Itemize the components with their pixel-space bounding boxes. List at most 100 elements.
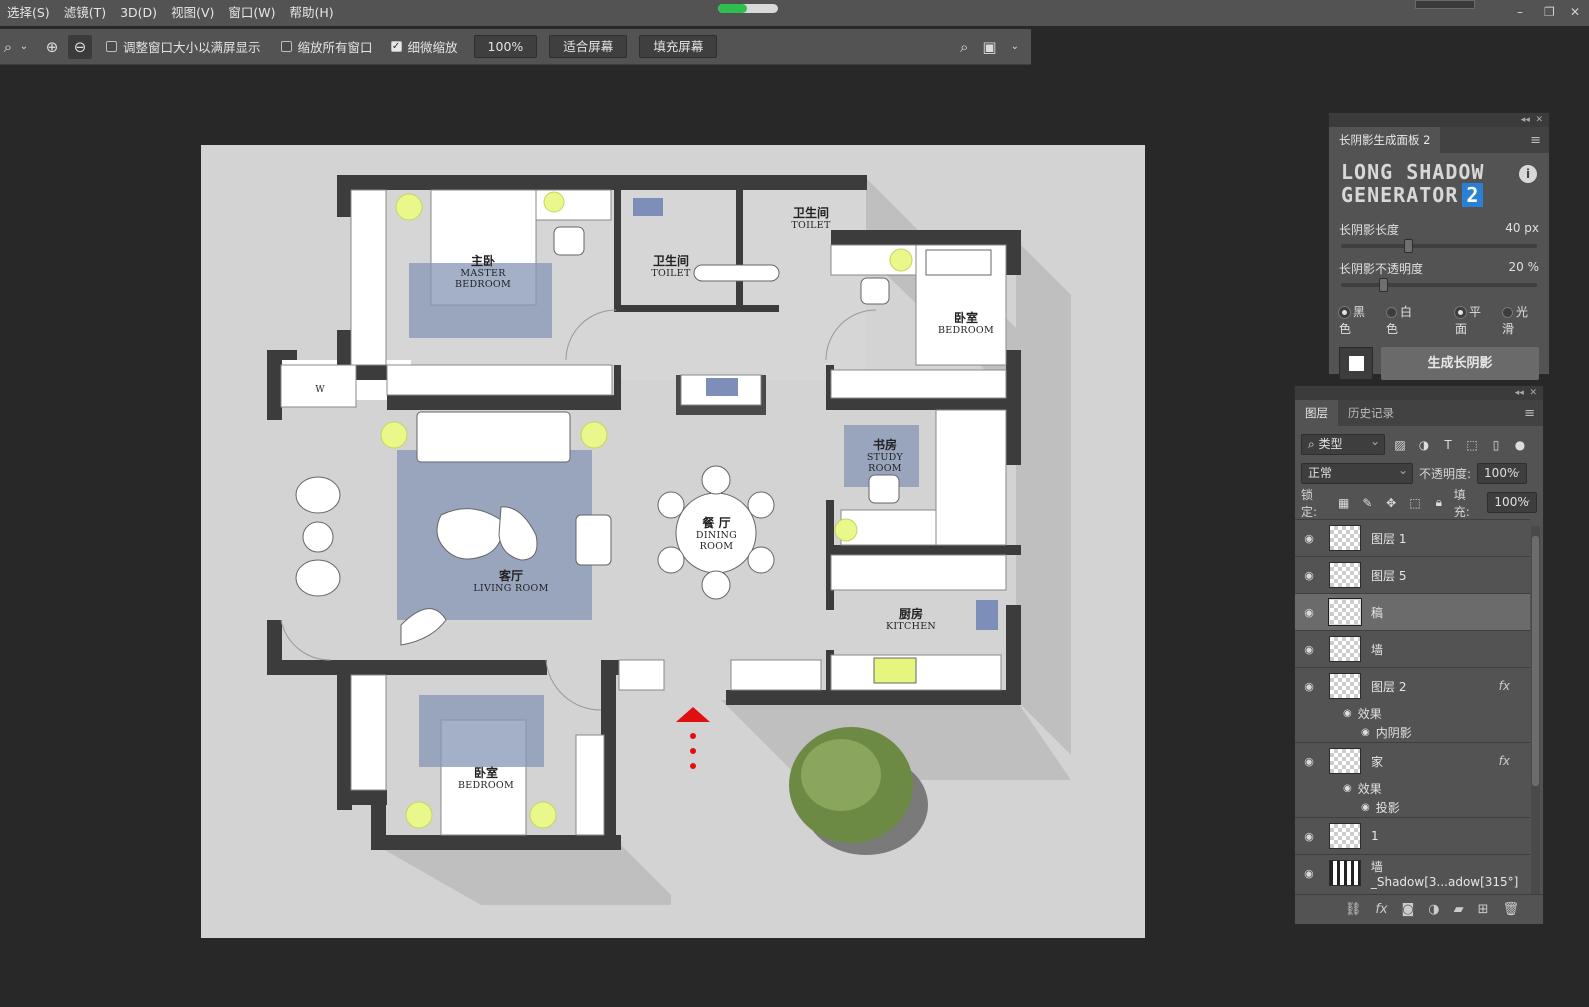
resize-windows-checkbox[interactable]: 调整窗口大小以满屏显示 [106,37,261,56]
panel-collapse-bar[interactable]: ◂◂ ✕ [1295,386,1543,400]
link-layers-icon[interactable]: ⛓ [1345,902,1362,917]
filter-smart-icon[interactable]: ▯ [1487,438,1505,452]
checkbox-box[interactable] [280,41,292,52]
visibility-eye-icon[interactable]: ◉ [1295,830,1323,843]
blend-row: 正常 不透明度: 100% [1295,459,1543,488]
fit-screen-button[interactable]: 适合屏幕 [549,35,628,58]
lock-artboard-icon[interactable]: ⬚ [1406,496,1424,510]
panel-menu-icon[interactable]: ≡ [1524,406,1535,421]
layer-row[interactable]: ◉ 图层 2 fx [1295,667,1530,704]
filter-adjust-icon[interactable]: ◑ [1415,438,1433,452]
visibility-eye-icon[interactable]: ◉ [1295,867,1323,880]
radio-black[interactable]: 黑色 [1339,303,1376,337]
shadow-options: 黑色 白色 平面 光滑 [1329,303,1549,337]
filter-toggle-icon[interactable]: ● [1511,438,1529,452]
filter-type-icon[interactable]: T [1439,438,1457,452]
layer-row[interactable]: ◉ 家 fx [1295,742,1530,779]
visibility-eye-icon[interactable]: ◉ [1295,606,1323,619]
new-layer-icon[interactable]: ⊞ [1478,902,1489,917]
visibility-eye-icon[interactable]: ◉ [1295,569,1323,582]
shadow-color-swatch[interactable] [1339,347,1373,380]
layer-row[interactable]: ◉ 墙_Shadow[3...adow[315°] [1295,854,1530,891]
zoom-percent-button[interactable]: 100% [473,35,538,58]
opacity-slider[interactable] [1341,278,1537,292]
zoom-all-checkbox[interactable]: 缩放所有窗口 [280,37,373,56]
lock-transparent-icon[interactable]: ▦ [1335,496,1353,510]
visibility-eye-icon[interactable]: ◉ [1295,643,1323,656]
radio-smooth[interactable]: 光滑 [1502,303,1539,337]
checkbox-box[interactable] [106,41,117,52]
add-style-icon[interactable]: fx [1375,902,1387,917]
opacity-slider-thumb[interactable] [1379,278,1388,292]
visibility-eye-icon[interactable]: ◉ [1343,708,1352,719]
layer-row[interactable]: ◉ 图层 5 [1295,556,1530,593]
fx-icon[interactable]: fx [1499,679,1510,693]
zoom-tool-icon[interactable]: ⌕ [0,35,16,59]
filter-kind-select[interactable]: ⌕ 类型 [1301,432,1385,455]
adjustment-layer-icon[interactable]: ◑ [1428,902,1439,917]
layer-row[interactable]: ◉ 1 [1295,817,1530,854]
opacity-label: 不透明度: [1419,467,1472,481]
zoom-out-icon[interactable]: ⊖ [68,34,92,59]
length-slider-thumb[interactable] [1404,239,1413,253]
menu-help[interactable]: 帮助(H) [283,0,341,26]
chevron-down-icon[interactable]: ⌄ [1011,41,1019,52]
menu-view[interactable]: 视图(V) [164,0,221,26]
blend-mode-select[interactable]: 正常 [1301,461,1413,484]
layer-name: 图层 2 [1371,679,1407,694]
generate-long-shadow-button[interactable]: 生成长阴影 [1381,347,1539,380]
length-slider[interactable] [1341,239,1537,253]
layer-row-selected[interactable]: ◉ 稿 [1295,593,1530,630]
zoom-in-icon[interactable]: ⊕ [40,35,64,59]
search-icon[interactable]: ⌕ [960,38,968,56]
panel-menu-icon[interactable]: ≡ [1530,133,1541,148]
visibility-eye-icon[interactable]: ◉ [1295,680,1323,693]
checkbox-box-checked[interactable]: ✓ [390,41,402,52]
restore-icon[interactable]: ❐ [1544,5,1555,19]
radio-white[interactable]: 白色 [1386,303,1423,337]
scrubby-zoom-checkbox[interactable]: ✓ 细微缩放 [390,37,458,56]
menu-select[interactable]: 选择(S) [0,0,57,26]
layer-row[interactable]: ◉ 图层 1 [1295,519,1530,556]
document-canvas[interactable]: 主卧 MASTER BEDROOM 卫生间 TOILET 卫生间 TOILET 卧室 B… [201,145,1145,938]
opacity-input[interactable]: 100% [1477,461,1528,484]
panel-tabs: 长阴影生成面板 2 ≡ [1329,127,1549,153]
fill-input[interactable]: 100% [1487,490,1538,513]
visibility-eye-icon[interactable]: ◉ [1343,783,1352,794]
menu-3d[interactable]: 3D(D) [113,0,164,26]
tab-history[interactable]: 历史记录 [1338,400,1404,426]
effects-row[interactable]: ◉ 效果 [1295,704,1530,723]
effects-row[interactable]: ◉ 效果 [1295,779,1530,798]
radio-flat[interactable]: 平面 [1455,303,1492,337]
visibility-eye-icon[interactable]: ◉ [1295,755,1323,768]
menu-filter[interactable]: 滤镜(T) [57,0,113,26]
visibility-eye-icon[interactable]: ◉ [1361,802,1370,813]
tab-layers[interactable]: 图层 [1295,400,1338,426]
menu-window[interactable]: 窗口(W) [221,0,282,26]
layers-scrollbar-thumb[interactable] [1532,536,1539,786]
lock-move-icon[interactable]: ✥ [1382,496,1400,510]
filter-shape-icon[interactable]: ⬚ [1463,438,1481,452]
layers-scrollbar[interactable] [1531,526,1540,916]
tab-long-shadow[interactable]: 长阴影生成面板 2 [1329,127,1441,153]
tool-preset-chevron-icon[interactable]: ⌄ [16,35,32,59]
minimize-icon[interactable]: – [1517,5,1523,19]
fill-screen-button[interactable]: 填充屏幕 [639,35,718,58]
effect-inner-shadow-row[interactable]: ◉ 内阴影 [1295,723,1530,742]
delete-layer-icon[interactable]: 🗑︎ [1502,902,1519,917]
visibility-eye-icon[interactable]: ◉ [1361,727,1370,738]
lock-paint-icon[interactable]: ✎ [1359,496,1377,510]
fx-icon[interactable]: fx [1499,754,1510,768]
effect-drop-shadow-row[interactable]: ◉ 投影 [1295,798,1530,817]
visibility-eye-icon[interactable]: ◉ [1295,532,1323,545]
panel-collapse-bar[interactable]: ◂◂ ✕ [1329,113,1549,127]
info-icon[interactable]: i [1519,165,1537,183]
room-label-dining: 餐 厅 DINING ROOM [695,516,738,552]
layer-row[interactable]: ◉ 墙 [1295,630,1530,667]
new-group-icon[interactable]: ▰ [1454,902,1464,917]
close-icon[interactable]: ✕ [1570,5,1580,19]
lock-all-icon[interactable]: 🔒︎ [1430,495,1448,510]
add-mask-icon[interactable]: ◙ [1402,902,1415,917]
filter-pixel-icon[interactable]: ▨ [1391,438,1409,452]
workspace-icon[interactable]: ▣ [982,38,996,56]
